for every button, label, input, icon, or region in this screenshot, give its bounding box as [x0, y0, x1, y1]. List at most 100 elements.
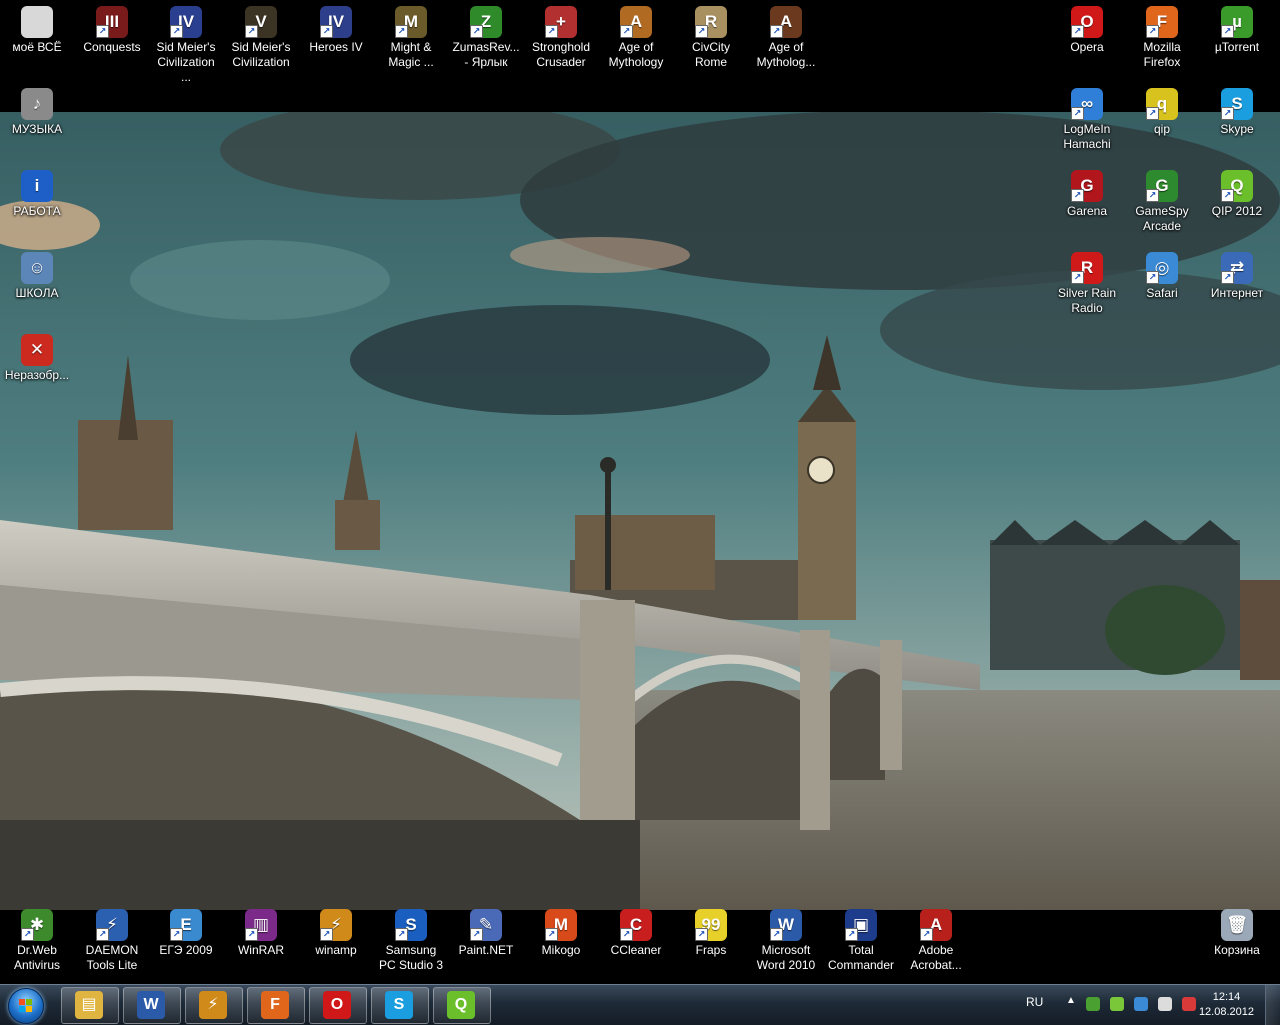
desktop-icon-label: ЕГЭ 2009: [159, 943, 213, 957]
taskbar: ▤ W ⚡ F O S Q RU ▲ 12:14 12.08.2012: [0, 984, 1280, 1025]
ccleaner-icon: C ↗: [620, 909, 652, 941]
opera-taskbar-button[interactable]: O: [309, 987, 367, 1024]
explorer-taskbar-button[interactable]: ▤: [61, 987, 119, 1024]
desktop-icon-label: Paint.NET: [458, 943, 514, 957]
desktop-icon-daemon-tools[interactable]: ⚡ ↗ DAEMON Tools Lite: [76, 905, 148, 973]
desktop-icon-qip2012[interactable]: Q ↗ QIP 2012: [1201, 166, 1273, 219]
desktop-icon-label: Age of Mythology: [608, 40, 664, 69]
desktop-icon-info[interactable]: i РАБОТА: [1, 166, 73, 219]
ege-book-icon: Е ↗: [170, 909, 202, 941]
frog-icon: Z ↗: [470, 6, 502, 38]
desktop-icon-label: ШКОЛА: [15, 286, 59, 300]
desktop-icon-speaker[interactable]: ♪ МУЗЫКА: [1, 84, 73, 137]
speaker-icon: ♪: [21, 88, 53, 120]
shortcut-arrow-icon: ↗: [1221, 107, 1234, 120]
show-desktop-button[interactable]: [1265, 985, 1280, 1025]
desktop-icon-civ5[interactable]: V ↗ Sid Meier's Civilization: [225, 2, 297, 70]
desktop-icon-word[interactable]: W ↗ Microsoft Word 2010: [750, 905, 822, 973]
fraps-icon: 99 ↗: [695, 909, 727, 941]
shortcut-arrow-icon: ↗: [545, 928, 558, 941]
opera-icon: O ↗: [1071, 6, 1103, 38]
desktop-icon-label: Conquests: [83, 40, 141, 54]
desktop-icon-crusader-shield[interactable]: + ↗ Stronghold Crusader: [525, 2, 597, 70]
desktop-icon-fraps[interactable]: 99 ↗ Fraps: [675, 905, 747, 958]
desktop-icon-label: QIP 2012: [1211, 204, 1263, 218]
desktop-icon-opera[interactable]: O ↗ Opera: [1051, 2, 1123, 55]
desktop-icon-frog[interactable]: Z ↗ ZumasRev... - Ярлык: [450, 2, 522, 70]
desktop-icon-label: Garena: [1066, 204, 1108, 218]
desktop-icon-safari-compass[interactable]: ◎ ↗ Safari: [1126, 248, 1198, 301]
language-indicator[interactable]: RU: [1026, 995, 1043, 1009]
desktop-icon-floppy[interactable]: ▣ ↗ Total Commander: [825, 905, 897, 973]
crusader-shield-icon: + ↗: [545, 6, 577, 38]
desktop-icon-heroes-shield[interactable]: IV ↗ Heroes IV: [300, 2, 372, 55]
desktop-icon-garena[interactable]: G ↗ Garena: [1051, 166, 1123, 219]
shortcut-arrow-icon: ↗: [245, 25, 258, 38]
shortcut-arrow-icon: ↗: [1071, 271, 1084, 284]
volume-tray-icon[interactable]: [1182, 997, 1196, 1011]
desktop-icon-drweb-spider[interactable]: ✱ ↗ Dr.Web Antivirus: [1, 905, 73, 973]
shortcut-arrow-icon: ↗: [170, 928, 183, 941]
qip-tray-icon[interactable]: [1110, 997, 1124, 1011]
desktop-icon-dragon[interactable]: M ↗ Might & Magic ...: [375, 2, 447, 70]
word-icon: W: [137, 991, 165, 1019]
recycle-bin-icon: 🗑: [1221, 909, 1253, 941]
desktop-icon-paintnet[interactable]: ✎ ↗ Paint.NET: [450, 905, 522, 958]
desktop-icon-mikogo[interactable]: M ↗ Mikogo: [525, 905, 597, 958]
firefox-icon: F ↗: [1146, 6, 1178, 38]
firefox-taskbar-button[interactable]: F: [247, 987, 305, 1024]
winamp-icon: ⚡ ↗: [320, 909, 352, 941]
desktop-icon-skype[interactable]: S ↗ Skype: [1201, 84, 1273, 137]
shortcut-arrow-icon: ↗: [96, 25, 109, 38]
desktop-icon-folder[interactable]: моё ВСЁ: [1, 2, 73, 55]
skype-taskbar-button[interactable]: S: [371, 987, 429, 1024]
users-icon: ☺: [21, 252, 53, 284]
desktop-icon-label: CCleaner: [610, 943, 662, 957]
action-center-icon[interactable]: [1158, 997, 1172, 1011]
desktop-icon-users[interactable]: ☺ ШКОЛА: [1, 248, 73, 301]
drweb-tray-icon[interactable]: [1086, 997, 1100, 1011]
desktop-icon-civ3-conquests[interactable]: III ↗ Conquests: [76, 2, 148, 55]
desktop-icon-acrobat[interactable]: A ↗ Adobe Acrobat...: [900, 905, 972, 973]
clock[interactable]: 12:14 12.08.2012: [1199, 990, 1254, 1020]
show-hidden-icons-button[interactable]: ▲: [1066, 995, 1076, 1006]
desktop-icon-label: моё ВСЁ: [12, 40, 62, 54]
desktop-icon-gamespy[interactable]: G ↗ GameSpy Arcade: [1126, 166, 1198, 234]
word-icon: W ↗: [770, 909, 802, 941]
desktop-icon-roman-temple[interactable]: R ↗ CivCity Rome: [675, 2, 747, 70]
floppy-icon: ▣ ↗: [845, 909, 877, 941]
desktop-icon-winrar[interactable]: ▥ ↗ WinRAR: [225, 905, 297, 958]
desktop-icon-ccleaner[interactable]: C ↗ CCleaner: [600, 905, 672, 958]
qip-taskbar-button[interactable]: Q: [433, 987, 491, 1024]
desktop-icon-ege-book[interactable]: Е ↗ ЕГЭ 2009: [150, 905, 222, 958]
desktop-icon-label: Might & Magic ...: [388, 40, 434, 69]
desktop-icon-recycle-bin[interactable]: 🗑 Корзина: [1201, 905, 1273, 958]
desktop-icon-aom-titans[interactable]: A ↗ Age of Mytholog...: [750, 2, 822, 70]
mikogo-icon: M ↗: [545, 909, 577, 941]
desktop-icon-qip[interactable]: q ↗ qip: [1126, 84, 1198, 137]
desktop-icon-label: МУЗЫКА: [11, 122, 63, 136]
desktop-icon-civ4-flag[interactable]: IV ↗ Sid Meier's Civilization ...: [150, 2, 222, 85]
acrobat-icon: A ↗: [920, 909, 952, 941]
desktop-icon-firefox[interactable]: F ↗ Mozilla Firefox: [1126, 2, 1198, 70]
desktop-icon-red-x[interactable]: ✕ Неразобр...: [1, 330, 73, 383]
desktop-icon-hamachi[interactable]: ∞ ↗ LogMeIn Hamachi: [1051, 84, 1123, 152]
samsung-studio-icon: S ↗: [395, 909, 427, 941]
word-taskbar-button[interactable]: W: [123, 987, 181, 1024]
shortcut-arrow-icon: ↗: [1221, 271, 1234, 284]
desktop-icon-utorrent[interactable]: µ ↗ µTorrent: [1201, 2, 1273, 55]
shortcut-arrow-icon: ↗: [1221, 189, 1234, 202]
network-tray-icon[interactable]: [1134, 997, 1148, 1011]
desktop-icon-label: Microsoft Word 2010: [756, 943, 816, 972]
winamp-taskbar-button[interactable]: ⚡: [185, 987, 243, 1024]
desktop-icon-radio[interactable]: R ↗ Silver Rain Radio: [1051, 248, 1123, 316]
desktop-icon-winamp[interactable]: ⚡ ↗ winamp: [300, 905, 372, 958]
shortcut-arrow-icon: ↗: [170, 25, 183, 38]
desktop-icon-network[interactable]: ⇄ ↗ Интернет: [1201, 248, 1273, 301]
desktop-icon-label: Adobe Acrobat...: [910, 943, 962, 972]
desktop-icon-label: Корзина: [1214, 943, 1260, 957]
shortcut-arrow-icon: ↗: [545, 25, 558, 38]
desktop-icon-aom-warrior[interactable]: A ↗ Age of Mythology: [600, 2, 672, 70]
start-button[interactable]: [2, 985, 50, 1025]
desktop-icon-samsung-studio[interactable]: S ↗ Samsung PC Studio 3: [375, 905, 447, 973]
